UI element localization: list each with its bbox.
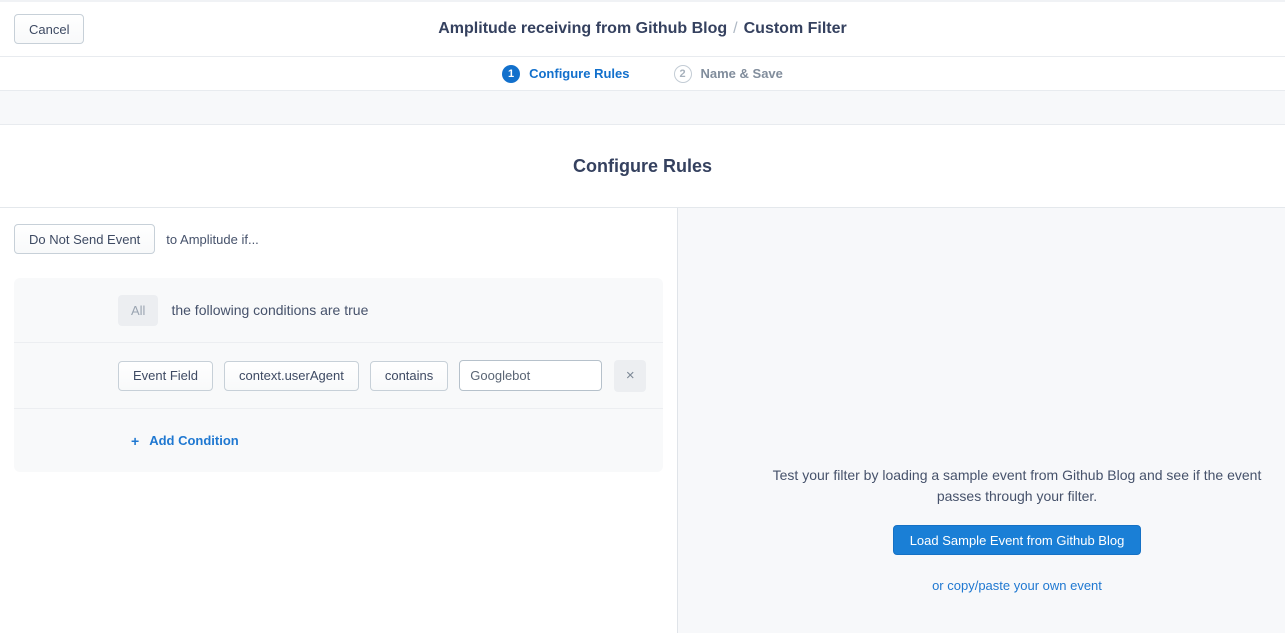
breadcrumb: Amplitude receiving from Github Blog/Cus…	[0, 20, 1285, 38]
step-1-label: Configure Rules	[529, 66, 629, 81]
close-icon: ×	[626, 368, 635, 383]
condition-row: Event Field context.userAgent contains ×	[14, 343, 663, 409]
breadcrumb-separator: /	[727, 20, 743, 37]
filter-action-row: Do Not Send Event to Amplitude if...	[14, 224, 663, 254]
step-2-label: Name & Save	[701, 66, 783, 81]
custom-filter-wizard: Cancel Amplitude receiving from Github B…	[0, 0, 1285, 633]
step-name-and-save[interactable]: 2 Name & Save	[674, 65, 783, 83]
condition-operator-dropdown[interactable]: contains	[370, 361, 448, 391]
breadcrumb-destination-name[interactable]: Amplitude receiving from Github Blog	[438, 20, 727, 37]
rule-builder-panel: Do Not Send Event to Amplitude if... All…	[0, 208, 678, 633]
test-filter-panel: Test your filter by loading a sample eve…	[678, 208, 1285, 633]
add-condition-label: Add Condition	[149, 433, 239, 448]
paste-own-event-link[interactable]: or copy/paste your own event	[767, 578, 1267, 593]
add-condition-button[interactable]: + Add Condition	[131, 433, 239, 449]
step-1-circle: 1	[502, 65, 520, 83]
breadcrumb-current-page: Custom Filter	[744, 20, 847, 37]
remove-condition-button[interactable]: ×	[614, 360, 646, 392]
plus-icon: +	[131, 433, 139, 449]
filter-action-dropdown[interactable]: Do Not Send Event	[14, 224, 155, 254]
condition-operator-row: All the following conditions are true	[14, 278, 663, 343]
operator-suffix-label: the following conditions are true	[171, 302, 368, 318]
page-title: Configure Rules	[573, 156, 712, 177]
cancel-button[interactable]: Cancel	[14, 14, 84, 44]
operator-all-chip[interactable]: All	[118, 295, 158, 326]
load-sample-event-button[interactable]: Load Sample Event from Github Blog	[893, 525, 1142, 555]
condition-type-dropdown[interactable]: Event Field	[118, 361, 213, 391]
test-filter-block: Test your filter by loading a sample eve…	[767, 465, 1267, 593]
spacer-band	[0, 91, 1285, 125]
test-description: Test your filter by loading a sample eve…	[767, 465, 1267, 507]
condition-field-dropdown[interactable]: context.userAgent	[224, 361, 359, 391]
main-content: Do Not Send Event to Amplitude if... All…	[0, 208, 1285, 633]
condition-group: All the following conditions are true Ev…	[14, 278, 663, 472]
step-configure-rules[interactable]: 1 Configure Rules	[502, 65, 629, 83]
top-header-bar: Cancel Amplitude receiving from Github B…	[0, 2, 1285, 57]
wizard-step-bar: 1 Configure Rules 2 Name & Save	[0, 57, 1285, 91]
title-section: Configure Rules	[0, 125, 1285, 208]
condition-value-input[interactable]	[459, 360, 602, 391]
step-2-circle: 2	[674, 65, 692, 83]
add-condition-row: + Add Condition	[14, 409, 663, 472]
filter-action-suffix-label: to Amplitude if...	[166, 232, 259, 247]
